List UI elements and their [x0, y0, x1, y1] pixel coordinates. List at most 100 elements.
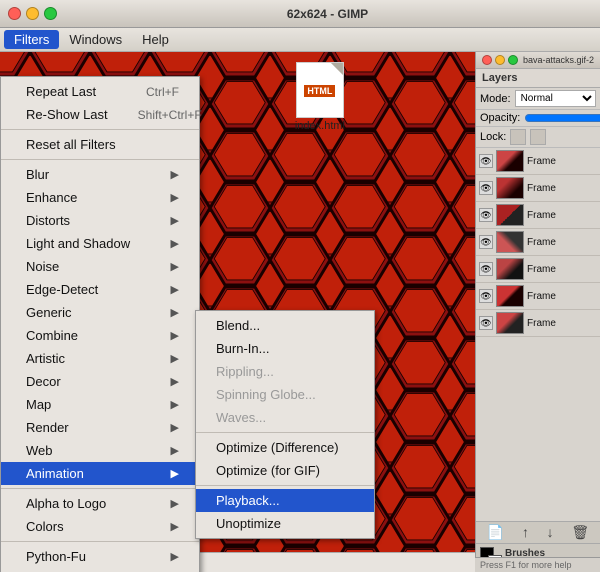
menu-generic[interactable]: Generic ▶ — [1, 301, 199, 324]
submenu-playback[interactable]: Playback... — [196, 489, 374, 512]
decor-label: Decor — [26, 374, 61, 389]
menu-web[interactable]: Web ▶ — [1, 439, 199, 462]
menu-filters[interactable]: Filters — [4, 30, 59, 49]
layer-toolbar: 📄 ↑ ↓ 🗑 — [476, 521, 600, 543]
submenu-unoptimize[interactable]: Unoptimize — [196, 512, 374, 535]
web-label: Web — [26, 443, 53, 458]
layer-thumb-1 — [496, 150, 524, 172]
file-thumbnail: HTML index.html — [295, 62, 345, 132]
menu-blur[interactable]: Blur ▶ — [1, 163, 199, 186]
layer-eye-3[interactable]: 👁 — [479, 208, 493, 222]
rippling-label: Rippling... — [216, 364, 274, 379]
light-shadow-arrow: ▶ — [171, 237, 179, 250]
window-controls[interactable] — [8, 7, 57, 20]
menu-repeat-last[interactable]: Repeat Last Ctrl+F — [1, 80, 199, 103]
menu-reset-all-filters[interactable]: Reset all Filters — [1, 133, 199, 156]
layer-eye-1[interactable]: 👁 — [479, 154, 493, 168]
edge-detect-arrow: ▶ — [171, 283, 179, 296]
menu-noise[interactable]: Noise ▶ — [1, 255, 199, 278]
separator-2 — [1, 159, 199, 160]
layer-eye-7[interactable]: 👁 — [479, 316, 493, 330]
lock-label: Lock: — [480, 131, 506, 143]
layers-mode-row: Mode: Normal — [476, 88, 600, 110]
layer-item-3: 👁 Frame — [476, 202, 600, 229]
layers-max-btn[interactable] — [508, 55, 518, 65]
blur-arrow: ▶ — [171, 168, 179, 181]
submenu-blend[interactable]: Blend... — [196, 314, 374, 337]
layer-thumb-4 — [496, 231, 524, 253]
layer-up-button[interactable]: ↑ — [522, 524, 529, 541]
alpha-logo-label: Alpha to Logo — [26, 496, 106, 511]
layer-eye-4[interactable]: 👁 — [479, 235, 493, 249]
repeat-last-label: Repeat Last — [26, 84, 96, 99]
menu-light-shadow[interactable]: Light and Shadow ▶ — [1, 232, 199, 255]
layers-filename: bava-attacks.gif-2 — [523, 55, 594, 65]
layer-thumb-6 — [496, 285, 524, 307]
menu-artistic[interactable]: Artistic ▶ — [1, 347, 199, 370]
layer-eye-5[interactable]: 👁 — [479, 262, 493, 276]
menu-alpha-to-logo[interactable]: Alpha to Logo ▶ — [1, 492, 199, 515]
file-icon: HTML — [296, 62, 344, 118]
menu-combine[interactable]: Combine ▶ — [1, 324, 199, 347]
layer-name-4: Frame — [527, 237, 556, 248]
layers-close-btn[interactable] — [482, 55, 492, 65]
menu-decor[interactable]: Decor ▶ — [1, 370, 199, 393]
opacity-slider[interactable] — [524, 112, 600, 124]
new-layer-button[interactable]: 📄 — [487, 524, 504, 541]
menu-script-fu[interactable]: Script-Fu ▶ — [1, 568, 199, 572]
layer-name-2: Frame — [527, 183, 556, 194]
submenu-optimize-diff[interactable]: Optimize (Difference) — [196, 436, 374, 459]
menu-distorts[interactable]: Distorts ▶ — [1, 209, 199, 232]
menu-enhance[interactable]: Enhance ▶ — [1, 186, 199, 209]
layer-item-1: 👁 Frame — [476, 148, 600, 175]
map-arrow: ▶ — [171, 398, 179, 411]
menu-animation[interactable]: Animation ▶ — [1, 462, 199, 485]
menu-map[interactable]: Map ▶ — [1, 393, 199, 416]
mode-select[interactable]: Normal — [515, 90, 596, 107]
burn-in-label: Burn-In... — [216, 341, 269, 356]
separator-3 — [1, 488, 199, 489]
layers-window-controls[interactable] — [482, 55, 518, 65]
submenu-burn-in[interactable]: Burn-In... — [196, 337, 374, 360]
menu-help[interactable]: Help — [132, 30, 179, 49]
lock-box-2[interactable] — [530, 129, 546, 145]
file-name: index.html — [295, 120, 345, 132]
layer-item-4: 👁 Frame — [476, 229, 600, 256]
menu-render[interactable]: Render ▶ — [1, 416, 199, 439]
noise-arrow: ▶ — [171, 260, 179, 273]
submenu-optimize-gif[interactable]: Optimize (for GIF) — [196, 459, 374, 482]
menu-colors[interactable]: Colors ▶ — [1, 515, 199, 538]
generic-label: Generic — [26, 305, 72, 320]
separator-1 — [1, 129, 199, 130]
artistic-arrow: ▶ — [171, 352, 179, 365]
lock-box-1[interactable] — [510, 129, 526, 145]
maximize-button[interactable] — [44, 7, 57, 20]
delete-layer-button[interactable]: 🗑 — [571, 524, 589, 541]
layers-tab-label: Layers — [482, 72, 517, 84]
layer-item-6: 👁 Frame — [476, 283, 600, 310]
layers-min-btn[interactable] — [495, 55, 505, 65]
layer-thumb-2 — [496, 177, 524, 199]
opacity-label: Opacity: — [480, 112, 520, 124]
python-fu-label: Python-Fu — [26, 549, 86, 564]
menu-windows[interactable]: Windows — [59, 30, 132, 49]
re-show-last-label: Re-Show Last — [26, 107, 108, 122]
filters-dropdown: Repeat Last Ctrl+F Re-Show Last Shift+Ct… — [0, 76, 200, 572]
spinning-globe-label: Spinning Globe... — [216, 387, 316, 402]
menu-edge-detect[interactable]: Edge-Detect ▶ — [1, 278, 199, 301]
menu-python-fu[interactable]: Python-Fu ▶ — [1, 545, 199, 568]
layers-tab[interactable]: Layers — [476, 69, 600, 88]
layer-down-button[interactable]: ↓ — [547, 524, 554, 541]
separator-4 — [1, 541, 199, 542]
close-button[interactable] — [8, 7, 21, 20]
menu-re-show-last[interactable]: Re-Show Last Shift+Ctrl+F — [1, 103, 199, 126]
layer-item-7: 👁 Frame — [476, 310, 600, 337]
layers-status-text: Press F1 for more help — [480, 560, 572, 570]
submenu-spinning-globe: Spinning Globe... — [196, 383, 374, 406]
minimize-button[interactable] — [26, 7, 39, 20]
layer-eye-2[interactable]: 👁 — [479, 181, 493, 195]
layer-thumb-3 — [496, 204, 524, 226]
edge-detect-label: Edge-Detect — [26, 282, 98, 297]
layer-eye-6[interactable]: 👁 — [479, 289, 493, 303]
layers-list: 👁 Frame 👁 Frame 👁 Frame 👁 Frame 👁 — [476, 148, 600, 521]
